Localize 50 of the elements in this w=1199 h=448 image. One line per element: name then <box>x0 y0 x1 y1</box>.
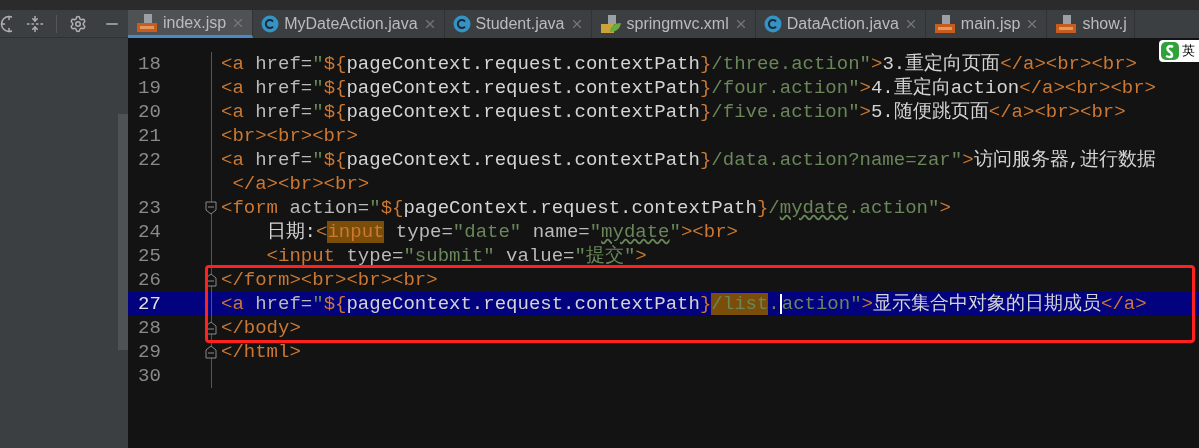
jsp-file-icon <box>933 14 956 34</box>
code-line: <a href="${pageContext.request.contextPath}/three.action">3.重定向页面</a><br><br> <box>221 52 1137 76</box>
line-number: 20 <box>138 101 161 123</box>
line-number: 23 <box>138 197 161 219</box>
editor-tab[interactable]: main.jsp <box>925 10 1048 38</box>
jsp-file-icon <box>136 12 158 33</box>
line-number: 21 <box>138 125 161 147</box>
code-line: <form action="${pageContext.request.contextPath}/mydate.action"> <box>221 196 951 220</box>
line-number: 30 <box>138 365 161 387</box>
scrollbar[interactable] <box>118 114 128 350</box>
code-line: <input type="submit" value="提交"> <box>265 244 647 268</box>
line-number: 22 <box>138 149 161 171</box>
jsp-file-icon <box>1055 14 1078 34</box>
line-number: 27 <box>138 293 161 315</box>
fold-marker-icon[interactable] <box>205 345 217 359</box>
code-line: <a href="${pageContext.request.contextPath}/five.action">5.随便跳页面</a><br><br> <box>221 100 1126 124</box>
class-file-icon <box>763 15 782 33</box>
code-line: <a href="${pageContext.request.contextPath}/list.action">显示集合中对象的日期成员</a> <box>221 292 1147 316</box>
collapse-icon[interactable] <box>26 14 44 33</box>
editor-tab[interactable]: MyDateAction.java <box>253 10 445 38</box>
line-number: 24 <box>138 221 161 243</box>
line-number: 29 <box>138 341 161 363</box>
editor-tab[interactable]: show.j <box>1047 10 1135 38</box>
editor-tab[interactable]: DataAction.java <box>755 10 926 38</box>
input-method-icon <box>1161 42 1179 60</box>
code-line: </html> <box>221 340 301 364</box>
editor-tab[interactable]: index.jsp <box>128 10 254 38</box>
code-line: </body> <box>221 316 301 340</box>
editor-tab[interactable]: Student.java <box>444 10 592 38</box>
code-line: </a><br><br> <box>231 172 370 196</box>
line-number: 28 <box>138 317 161 339</box>
editor-tab[interactable]: springmvc.xml <box>591 10 756 38</box>
code-line: <a href="${pageContext.request.contextPath}/four.action">4.重定向action</a><br><br> <box>221 76 1156 100</box>
class-file-icon <box>261 15 280 33</box>
xml-file-icon <box>599 14 622 34</box>
code-line: <br><br><br> <box>221 124 358 148</box>
fold-marker-icon[interactable] <box>205 201 217 215</box>
line-number: 26 <box>138 269 161 291</box>
line-number: 18 <box>138 53 161 75</box>
code-line: </form><br><br><br> <box>221 268 438 292</box>
class-file-icon <box>452 15 471 33</box>
fold-marker-icon[interactable] <box>205 273 217 287</box>
code-line: <a href="${pageContext.request.contextPath}/data.action?name=zar">访问服务器,进行数据 <box>221 148 1156 172</box>
fold-marker-icon[interactable] <box>205 321 217 335</box>
line-number: 25 <box>138 245 161 267</box>
ime-indicator[interactable]: 英 <box>1159 40 1199 62</box>
settings-icon[interactable] <box>69 14 87 33</box>
code-line: 日期:<input type="date" name="mydate"><br> <box>265 220 738 244</box>
line-number: 19 <box>138 77 161 99</box>
locate-icon[interactable] <box>0 14 12 33</box>
